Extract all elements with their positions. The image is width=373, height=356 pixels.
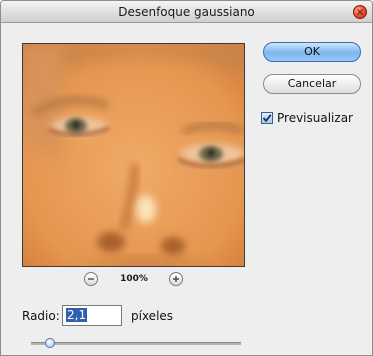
radius-value: 2,1 (66, 308, 88, 322)
radius-slider-track[interactable] (31, 342, 241, 345)
radius-label: Radio: (22, 309, 60, 323)
checkbox-checked-icon[interactable] (261, 112, 273, 124)
title-bar[interactable]: Desenfoque gaussiano (1, 1, 372, 23)
radius-unit-label: píxeles (131, 309, 174, 323)
ok-button[interactable]: OK (263, 42, 361, 62)
radius-slider-thumb[interactable] (45, 338, 55, 348)
zoom-in-icon[interactable] (169, 272, 183, 286)
zoom-controls: 100% (22, 269, 245, 289)
zoom-out-icon[interactable] (84, 272, 98, 286)
preview-image[interactable] (22, 43, 245, 267)
close-icon[interactable] (353, 5, 367, 19)
preview-checkbox-label: Previsualizar (277, 111, 353, 125)
cancel-button[interactable]: Cancelar (263, 74, 361, 94)
gaussian-blur-dialog: Desenfoque gaussiano 100% OK Cancelar Pr… (0, 0, 373, 356)
window-title: Desenfoque gaussiano (118, 5, 255, 19)
zoom-level: 100% (120, 274, 148, 284)
radius-input[interactable]: 2,1 (62, 305, 122, 326)
